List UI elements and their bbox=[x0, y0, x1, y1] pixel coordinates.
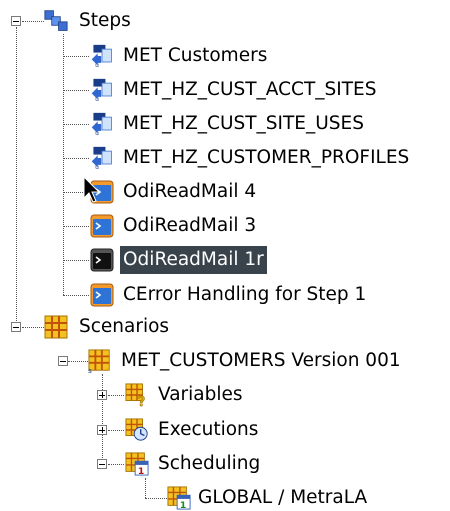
tree-connector bbox=[63, 158, 89, 159]
tree-node-step[interactable]: u MET_HZ_CUST_SITE_USES bbox=[90, 110, 367, 138]
odi-tool-icon bbox=[90, 214, 114, 238]
tree-connector bbox=[63, 226, 89, 227]
tree-node-executions[interactable]: Executions bbox=[125, 416, 261, 444]
tree-node-label: MET_HZ_CUSTOMER_PROFILES bbox=[123, 147, 410, 168]
collapse-toggle[interactable] bbox=[58, 356, 68, 366]
tree-node-label: Steps bbox=[79, 10, 131, 31]
tree-connector bbox=[68, 361, 88, 362]
tree-node-label: OdiReadMail 1r bbox=[120, 246, 267, 274]
tree-node-label: MET_HZ_CUST_ACCT_SITES bbox=[123, 79, 377, 100]
tree-node-step-selected[interactable]: OdiReadMail 1r bbox=[90, 246, 267, 274]
tree-node-steps[interactable]: Steps bbox=[44, 7, 134, 35]
tree-node-label: OdiReadMail 4 bbox=[123, 181, 257, 202]
tree-connector bbox=[102, 374, 103, 464]
tree-node-scenario[interactable]: s MET_CUSTOMERS Version 001 bbox=[88, 347, 404, 375]
collapse-toggle[interactable] bbox=[97, 459, 107, 469]
tree-connector bbox=[63, 295, 89, 296]
scenario-icon: s bbox=[88, 349, 110, 373]
svg-text:u: u bbox=[95, 62, 99, 68]
tree-node-label: Scenarios bbox=[79, 316, 170, 337]
interface-icon: u bbox=[91, 112, 112, 136]
schedule-icon: 1 bbox=[167, 486, 191, 510]
tree-node-label: MET_CUSTOMERS Version 001 bbox=[121, 350, 401, 371]
tree-node-label: CError Handling for Step 1 bbox=[123, 284, 367, 305]
tree-connector bbox=[63, 56, 89, 57]
tree-connector bbox=[145, 498, 167, 499]
executions-icon bbox=[125, 418, 148, 441]
expand-toggle[interactable] bbox=[97, 425, 107, 435]
svg-text:?: ? bbox=[138, 395, 146, 407]
tree-node-step[interactable]: CError Handling for Step 1 bbox=[90, 281, 369, 309]
interface-icon: u bbox=[91, 44, 112, 68]
tree-connector bbox=[108, 395, 124, 396]
tree-node-label: OdiReadMail 3 bbox=[123, 215, 257, 236]
interface-icon: u bbox=[91, 78, 112, 102]
tree-connector bbox=[63, 90, 89, 91]
svg-text:s: s bbox=[88, 366, 92, 373]
interface-icon: u bbox=[91, 146, 112, 170]
tree-node-variables[interactable]: ? Variables bbox=[125, 381, 246, 409]
tree-node-step[interactable]: u MET Customers bbox=[90, 42, 270, 70]
tree-node-label: GLOBAL / MetraLA bbox=[198, 487, 368, 508]
tree-node-step[interactable]: OdiReadMail 4 bbox=[90, 178, 259, 206]
tree-connector bbox=[63, 34, 64, 295]
collapse-toggle[interactable] bbox=[11, 16, 21, 26]
tree-node-label: Variables bbox=[158, 384, 243, 405]
tree-connector bbox=[145, 478, 146, 498]
svg-text:u: u bbox=[95, 130, 99, 136]
project-tree: Steps u MET Customers u MET_HZ_CUST_ACCT… bbox=[0, 0, 450, 511]
svg-text:1: 1 bbox=[180, 500, 186, 510]
tree-connector bbox=[108, 430, 124, 431]
tree-node-step[interactable]: u MET_HZ_CUSTOMER_PROFILES bbox=[90, 144, 412, 172]
odi-tool-icon bbox=[90, 248, 114, 272]
variables-icon: ? bbox=[125, 383, 146, 407]
expand-toggle[interactable] bbox=[97, 390, 107, 400]
scheduling-icon: 1 bbox=[125, 452, 149, 476]
mouse-pointer-icon bbox=[83, 176, 101, 203]
tree-connector bbox=[22, 21, 44, 22]
steps-icon bbox=[44, 10, 68, 31]
tree-connector bbox=[63, 260, 89, 261]
tree-connector bbox=[16, 27, 17, 327]
tree-node-schedule[interactable]: 1 GLOBAL / MetraLA bbox=[167, 484, 370, 511]
svg-text:1: 1 bbox=[138, 466, 144, 476]
tree-node-step[interactable]: u MET_HZ_CUST_ACCT_SITES bbox=[90, 76, 379, 104]
tree-connector bbox=[22, 327, 44, 328]
odi-tool-icon bbox=[90, 283, 114, 307]
svg-text:u: u bbox=[95, 164, 99, 170]
tree-connector bbox=[63, 124, 89, 125]
tree-node-label: MET_HZ_CUST_SITE_USES bbox=[123, 113, 364, 134]
tree-connector bbox=[108, 464, 124, 465]
scenarios-icon bbox=[44, 315, 68, 339]
tree-node-label: MET Customers bbox=[123, 45, 268, 66]
tree-node-scheduling[interactable]: 1 Scheduling bbox=[125, 450, 263, 478]
tree-node-label: Scheduling bbox=[158, 453, 261, 474]
tree-node-scenarios[interactable]: Scenarios bbox=[44, 313, 172, 341]
tree-node-step[interactable]: OdiReadMail 3 bbox=[90, 212, 259, 240]
collapse-toggle[interactable] bbox=[11, 322, 21, 332]
tree-node-label: Executions bbox=[158, 419, 259, 440]
svg-text:u: u bbox=[95, 96, 99, 102]
